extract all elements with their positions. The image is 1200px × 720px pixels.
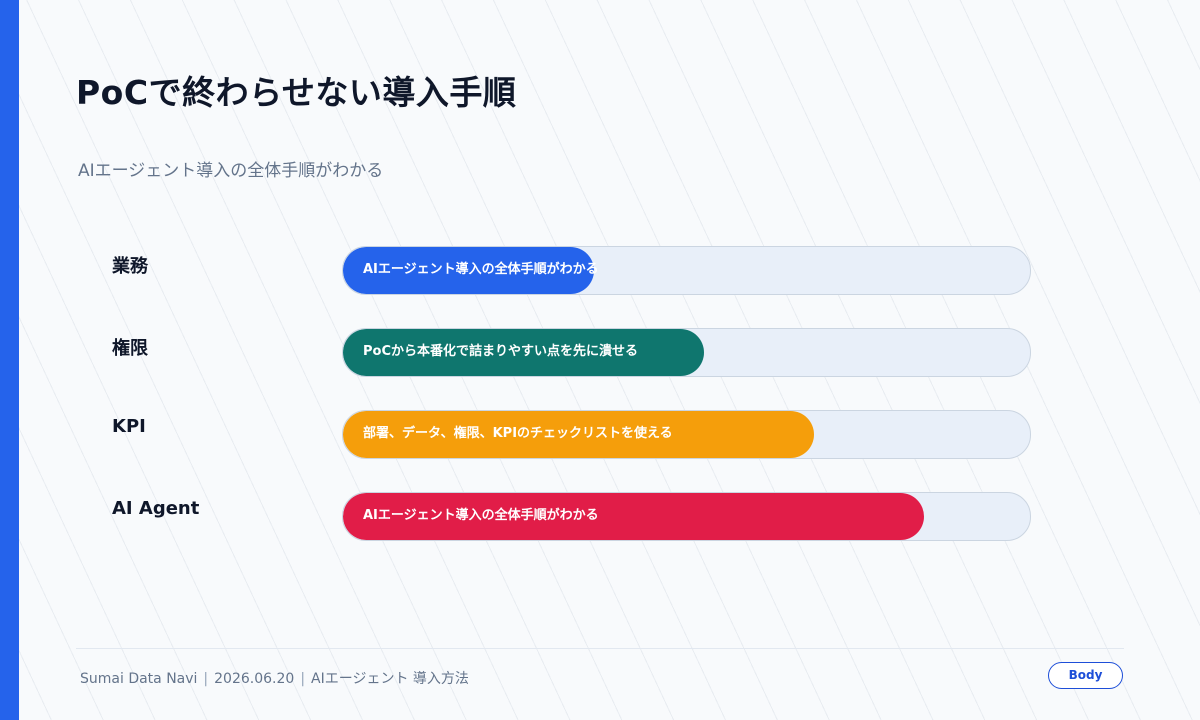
row-label-kpi: KPI: [112, 416, 146, 437]
footer-info: Sumai Data Navi | 2026.06.20 | AIエージェント 導入方法: [80, 668, 469, 688]
progress-track-operations: AIエージェント導入の全体手順がわかる: [342, 246, 1031, 295]
footer-date: 2026.06.20: [214, 671, 295, 687]
footer-separator: |: [203, 671, 209, 687]
progress-track-permissions: PoCから本番化で詰まりやすい点を先に潰せる: [342, 328, 1031, 377]
progress-track-ai-agent: AIエージェント導入の全体手順がわかる: [342, 492, 1031, 541]
row-label-operations: 業務: [112, 256, 148, 277]
slide-subtitle: AIエージェント導入の全体手順がわかる: [78, 161, 384, 181]
bar-text-ai-agent: AIエージェント導入の全体手順がわかる: [363, 508, 599, 523]
footer-brand: Sumai Data Navi: [80, 671, 198, 687]
slide-title: PoCで終わらせない導入手順: [76, 73, 517, 112]
bar-text-operations: AIエージェント導入の全体手順がわかる: [363, 262, 599, 277]
footer-topic: AIエージェント 導入方法: [311, 671, 469, 687]
bar-text-permissions: PoCから本番化で詰まりやすい点を先に潰せる: [363, 344, 638, 359]
left-accent-bar: [0, 0, 19, 720]
section-tag: Body: [1048, 662, 1123, 689]
row-label-ai-agent: AI Agent: [112, 498, 200, 519]
footer-separator: |: [300, 671, 306, 687]
footer-divider: [76, 648, 1124, 649]
bar-text-kpi: 部署、データ、権限、KPIのチェックリストを使える: [363, 426, 673, 441]
row-label-permissions: 権限: [112, 338, 148, 359]
progress-track-kpi: 部署、データ、権限、KPIのチェックリストを使える: [342, 410, 1031, 459]
